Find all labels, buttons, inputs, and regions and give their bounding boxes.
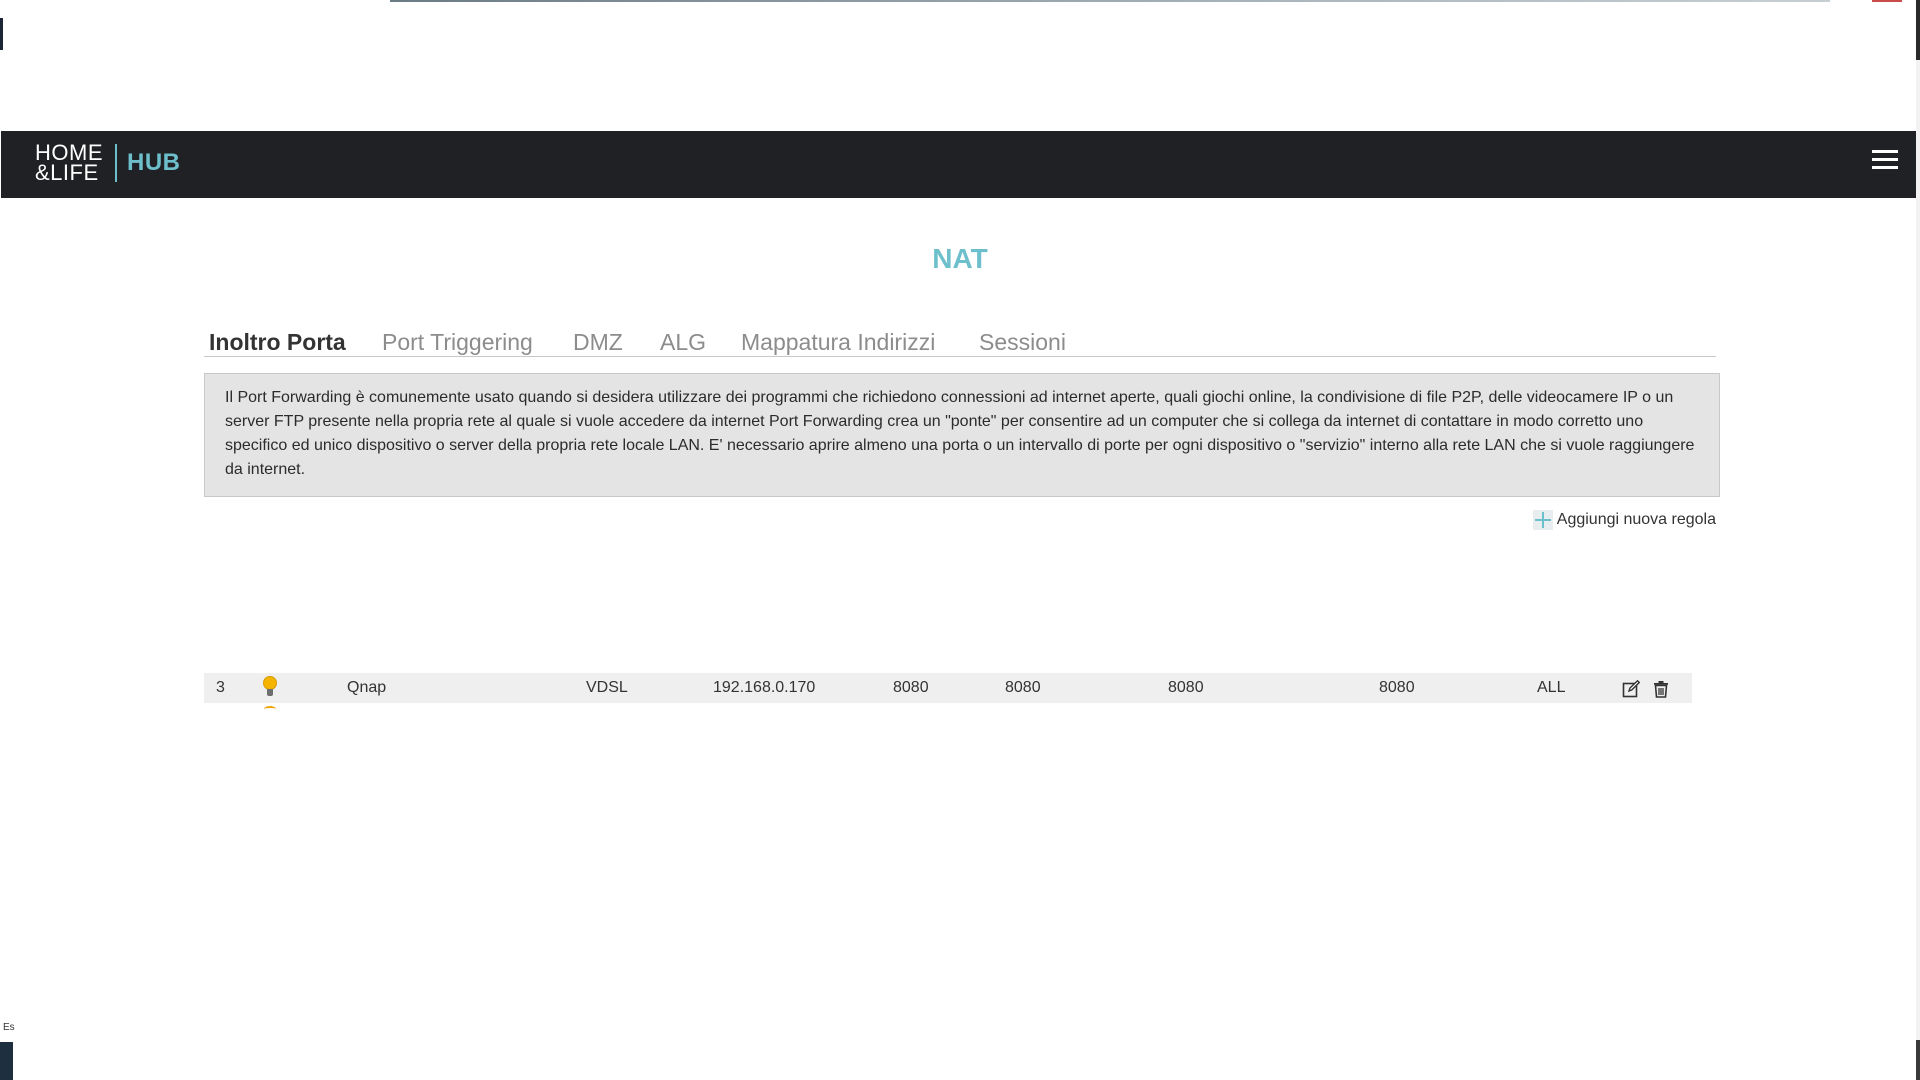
add-rule-button[interactable]: Aggiungi nuova regola [1532, 510, 1716, 530]
tab-label: Inoltro Porta [209, 329, 346, 355]
rule-port-3: 8080 [1168, 679, 1204, 696]
app-header: HOME &LIFE HUB [1, 131, 1916, 198]
rule-index: 3 [216, 679, 225, 696]
rule-protocol: ALL [1537, 679, 1566, 696]
nat-tabs: Inoltro Porta Port Triggering DMZ ALG Ma… [204, 326, 1716, 357]
taskbar-fragment-text: Es [3, 1022, 15, 1033]
left-edge-mark [0, 18, 3, 50]
add-rule-label: Aggiungi nuova regola [1556, 511, 1716, 528]
page-title: NAT [932, 243, 988, 274]
logo-wordmark: HOME &LIFE [35, 142, 103, 185]
table-row[interactable]: 3 Qnap VDSL 192.168.0.170 8080 8080 8080… [204, 673, 1692, 708]
browser-top-strip [0, 0, 1920, 131]
tab-alg[interactable]: ALG [660, 329, 706, 356]
lightbulb-next-fragment [264, 706, 276, 712]
rule-port-4: 8080 [1379, 679, 1415, 696]
tab-sessioni[interactable]: Sessioni [979, 329, 1066, 356]
plus-icon [1532, 510, 1553, 530]
right-scroll-rail[interactable] [1916, 0, 1920, 1080]
rule-port-1: 8080 [893, 679, 929, 696]
rail-bottom-segment [1916, 1040, 1920, 1080]
tab-port-triggering[interactable]: Port Triggering [382, 329, 533, 356]
rail-top-segment [1916, 0, 1920, 60]
rule-interface: VDSL [586, 679, 628, 696]
tab-inoltro-porta[interactable]: Inoltro Porta [209, 329, 357, 357]
rule-port-2: 8080 [1005, 679, 1041, 696]
rule-ip: 192.168.0.170 [713, 679, 816, 696]
tab-mappatura-indirizzi[interactable]: Mappatura Indirizzi [741, 329, 935, 356]
taskbar-fragment-dark [0, 1042, 13, 1080]
logo-line-life: &LIFE [35, 160, 99, 185]
trash-icon[interactable] [1652, 680, 1670, 698]
port-forwarding-info: Il Port Forwarding è comunemente usato q… [204, 373, 1720, 497]
logo-divider [115, 144, 117, 182]
hamburger-menu-icon[interactable] [1872, 150, 1898, 174]
lightbulb-icon[interactable] [262, 676, 278, 698]
home-life-hub-logo[interactable]: HOME &LIFE HUB [35, 137, 181, 189]
loading-bar [390, 0, 1830, 2]
tab-dmz[interactable]: DMZ [573, 329, 623, 356]
close-accent [1872, 0, 1902, 2]
rule-name: Qnap [347, 679, 387, 696]
logo-hub: HUB [127, 149, 181, 176]
edit-icon[interactable] [1622, 680, 1640, 698]
taskbar-fragment: Es [0, 1020, 15, 1080]
